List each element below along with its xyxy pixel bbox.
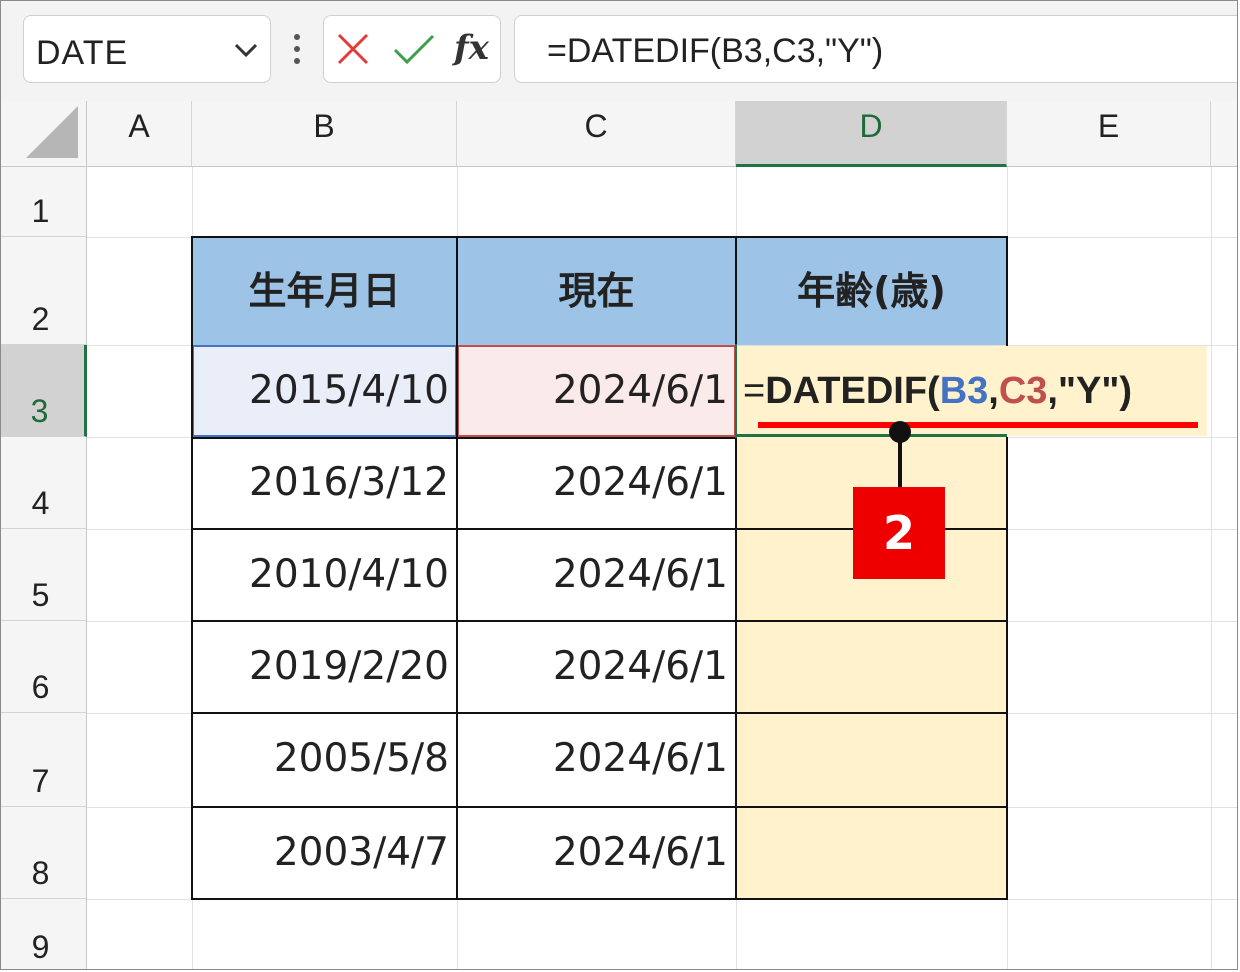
column-header-b[interactable]: B xyxy=(192,101,457,167)
formula-equals: = xyxy=(743,370,766,412)
cell-b8[interactable]: 2003/4/7 xyxy=(192,807,457,899)
row-header-1[interactable]: 1 xyxy=(1,167,87,237)
cancel-icon[interactable] xyxy=(336,32,370,66)
callout-stem xyxy=(898,433,902,489)
table-border xyxy=(191,437,737,439)
formula-ref-b3: B3 xyxy=(939,370,989,412)
row-header-3[interactable]: 3 xyxy=(1,345,87,437)
cell-c3[interactable]: 2024/6/1 xyxy=(457,345,736,437)
formula-bar: DATE fx =DATEDIF(B3,C3,"Y") xyxy=(1,1,1237,101)
insert-function-icon[interactable]: fx xyxy=(454,28,489,68)
column-header-a[interactable]: A xyxy=(87,101,192,167)
row-header-5[interactable]: 5 xyxy=(1,529,87,621)
row-header-4[interactable]: 4 xyxy=(1,437,87,529)
header-birthdate[interactable]: 生年月日 xyxy=(192,237,457,345)
active-cell-border xyxy=(735,434,1007,437)
formula-rest: ,"Y") xyxy=(1047,370,1133,412)
table-border xyxy=(191,620,1007,622)
formula-buttons: fx xyxy=(323,15,501,83)
chevron-down-icon[interactable] xyxy=(232,38,260,62)
name-box-value: DATE xyxy=(36,34,129,72)
select-all-button[interactable] xyxy=(1,101,87,167)
cell-b3[interactable]: 2015/4/10 xyxy=(192,345,457,437)
table-border xyxy=(191,898,1007,900)
active-cell-border xyxy=(735,344,737,438)
table-border xyxy=(456,236,458,900)
cell-c6[interactable]: 2024/6/1 xyxy=(457,621,736,713)
table-border xyxy=(1006,236,1008,346)
cell-c7[interactable]: 2024/6/1 xyxy=(457,713,736,807)
table-border xyxy=(191,806,1007,808)
formula-function: DATEDIF( xyxy=(765,370,940,412)
formula-comma: , xyxy=(988,370,999,412)
callout-underline xyxy=(758,422,1198,428)
gridline xyxy=(1211,167,1212,969)
header-current[interactable]: 現在 xyxy=(457,237,736,345)
more-options-icon[interactable] xyxy=(287,31,307,71)
column-header-d[interactable]: D xyxy=(736,101,1007,167)
row-header-6[interactable]: 6 xyxy=(1,621,87,713)
formula-text: =DATEDIF(B3,C3,"Y") xyxy=(547,32,884,70)
formula-ref-c3: C3 xyxy=(998,370,1048,412)
cell-c8[interactable]: 2024/6/1 xyxy=(457,807,736,899)
row-header-8[interactable]: 8 xyxy=(1,807,87,899)
cell-c5[interactable]: 2024/6/1 xyxy=(457,529,736,621)
name-box[interactable]: DATE xyxy=(23,15,271,83)
cell-b6[interactable]: 2019/2/20 xyxy=(192,621,457,713)
column-header-f[interactable] xyxy=(1211,101,1237,167)
cell-b7[interactable]: 2005/5/8 xyxy=(192,713,457,807)
table-border xyxy=(1006,437,1008,900)
column-header-e[interactable]: E xyxy=(1007,101,1211,167)
cell-c4[interactable]: 2024/6/1 xyxy=(457,437,736,529)
row-header-2[interactable]: 2 xyxy=(1,237,87,345)
cell-b4[interactable]: 2016/3/12 xyxy=(192,437,457,529)
formula-input[interactable]: =DATEDIF(B3,C3,"Y") xyxy=(514,15,1237,83)
header-age[interactable]: 年齢(歳) xyxy=(736,237,1007,345)
row-header-7[interactable]: 7 xyxy=(1,713,87,807)
column-header-c[interactable]: C xyxy=(457,101,736,167)
row-header-9[interactable]: 9 xyxy=(1,899,87,969)
cell-b5[interactable]: 2010/4/10 xyxy=(192,529,457,621)
table-border xyxy=(191,712,1007,714)
enter-check-icon[interactable] xyxy=(392,32,436,66)
table-border xyxy=(191,236,1007,238)
step-badge: 2 xyxy=(853,487,945,579)
spreadsheet-window: DATE fx =DATEDIF(B3,C3,"Y") A B C D E 1 … xyxy=(0,0,1238,970)
table-border xyxy=(735,236,737,900)
table-border xyxy=(191,236,193,900)
